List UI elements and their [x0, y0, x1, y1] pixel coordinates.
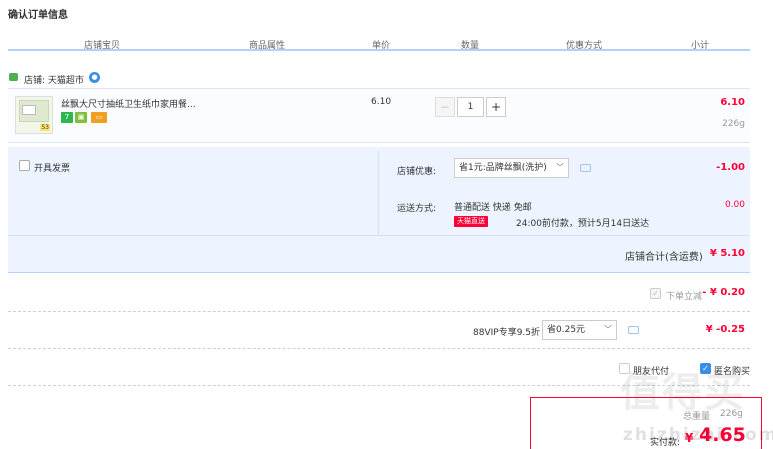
quantity-input[interactable]: 1	[457, 97, 484, 117]
page-title: 确认订单信息	[8, 10, 68, 21]
row-divider	[8, 311, 750, 312]
tmall-direct-tag: 天猫直送	[454, 216, 488, 227]
vip-discount-selected: 省0.25元	[547, 325, 586, 335]
options-horizontal-divider	[8, 235, 750, 236]
chat-bubble-icon[interactable]: ●	[89, 72, 100, 83]
shop-discount-selected: 省1元:品牌丝飘(洗护)	[459, 163, 547, 173]
shop-discount-select[interactable]: 省1元:品牌丝飘(洗护) ﹀	[454, 158, 569, 178]
shop-total-amount: ¥ 5.10	[709, 248, 745, 259]
vip-discount-select[interactable]: 省0.25元 ﹀	[542, 320, 617, 340]
quantity-decrease-button[interactable]: −	[435, 97, 455, 117]
vip-discount-amount: ¥ -0.25	[705, 324, 745, 335]
chevron-down-icon: ﹀	[604, 325, 612, 334]
thumbnail-tag: 53	[40, 124, 50, 131]
vip-discount-label: 88VIP专享9.5折	[473, 328, 541, 338]
invoice-label[interactable]: 开具发票	[34, 161, 70, 174]
instant-discount-label: 下单立减	[666, 292, 703, 302]
comment-icon[interactable]	[628, 326, 639, 334]
comment-icon[interactable]	[580, 164, 591, 172]
product-name-link[interactable]: 丝飘大尺寸抽纸卫生纸巾家用餐...	[61, 97, 196, 110]
shop-icon	[9, 73, 18, 81]
shop-discount-amount: -1.00	[716, 162, 745, 173]
item-subtotal: 6.10	[720, 97, 745, 108]
invoice-checkbox[interactable]	[19, 160, 30, 171]
delivery-method: 普通配送 快递 免邮	[454, 203, 532, 213]
row-divider	[8, 348, 750, 349]
delivery-note: 24:00前付款，预计5月14日送达	[516, 219, 650, 229]
item-weight: 226g	[722, 119, 745, 129]
delivery-fee: 0.00	[724, 200, 745, 210]
instant-discount-checkbox: ✓	[650, 288, 661, 299]
watermark-url: zhizhizhi.com	[623, 425, 773, 445]
shop-discount-label: 店铺优惠:	[397, 167, 437, 177]
options-vertical-divider	[378, 151, 379, 235]
unit-price: 6.10	[371, 97, 392, 107]
shop-name[interactable]: 店铺: 天猫超市	[24, 73, 84, 86]
header-divider	[8, 49, 750, 51]
shop-total-label: 店铺合计(含运费)	[625, 252, 703, 263]
guarantee-icon: ▣	[75, 112, 87, 123]
watermark-logo: 值得买	[620, 370, 746, 416]
instant-discount-amount: - ¥ 0.20	[702, 287, 745, 298]
seven-day-return-icon: 7	[61, 112, 73, 123]
delivery-label: 运送方式:	[397, 204, 437, 214]
chevron-down-icon: ﹀	[556, 163, 564, 172]
card-icon: ▭	[91, 112, 107, 123]
quantity-increase-button[interactable]: +	[486, 97, 506, 117]
product-thumbnail[interactable]: 53	[15, 96, 53, 134]
